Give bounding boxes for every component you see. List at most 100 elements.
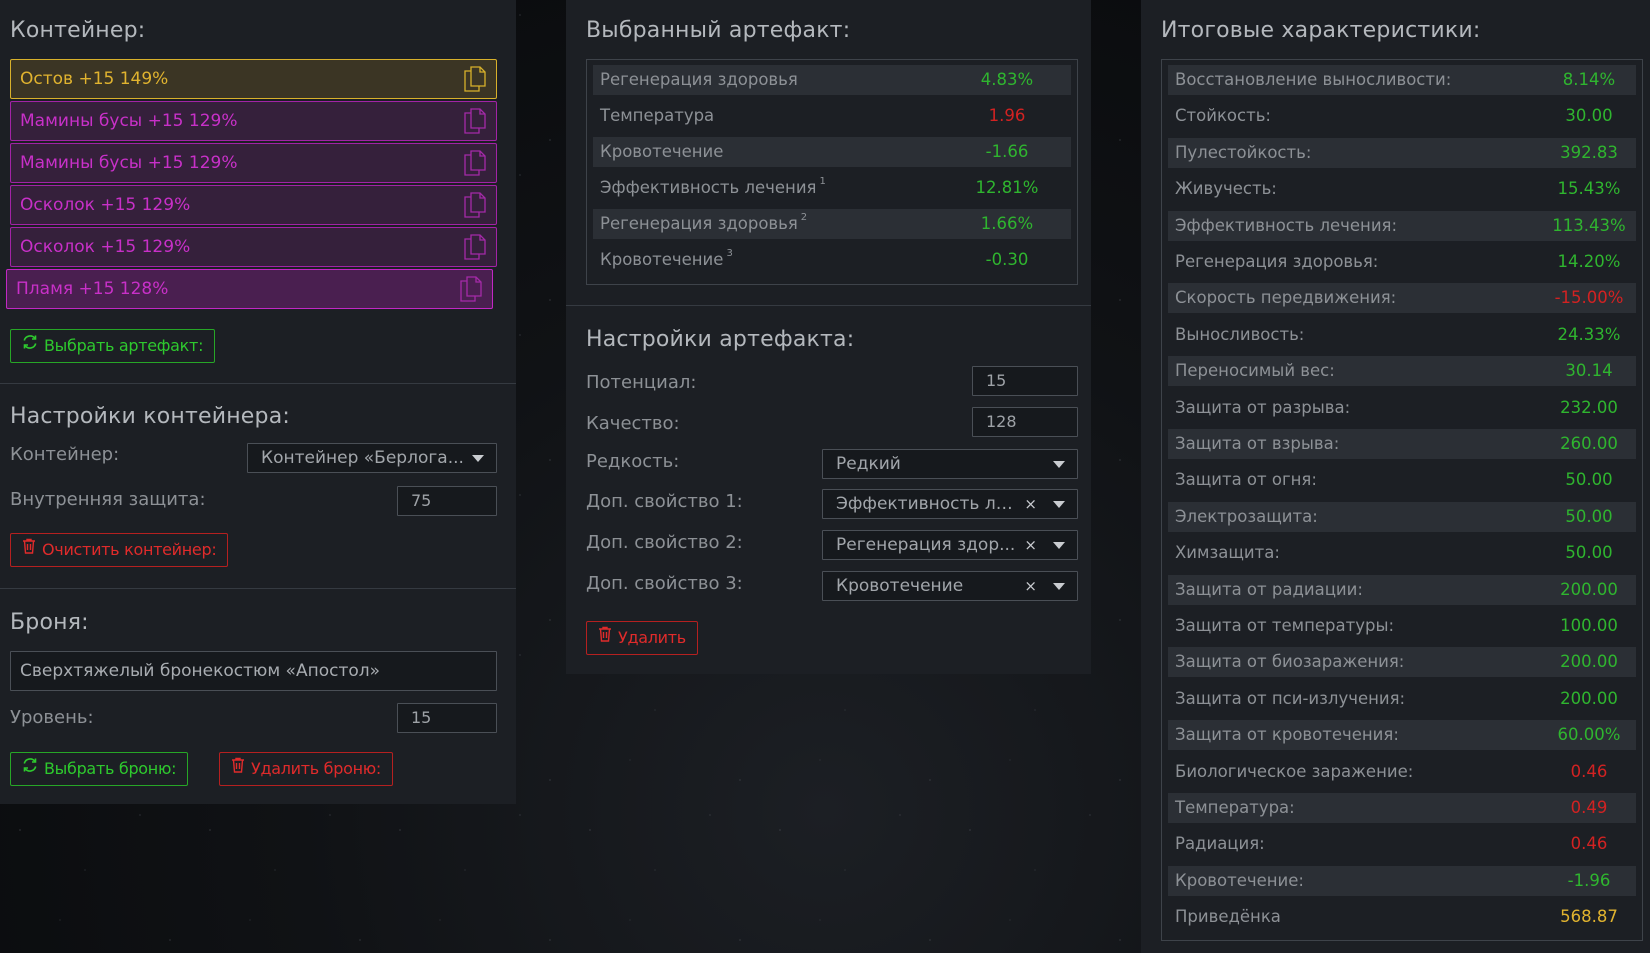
stat-label-text: Защита от биозаражения: [1175, 652, 1405, 672]
stat-row: Эффективность лечения 1 12.81% [593, 173, 1071, 203]
container-type-select[interactable]: Контейнер «Берлога... [247, 443, 497, 473]
stat-label: Температура [600, 101, 714, 131]
stat-value: 4.83% [980, 70, 1034, 89]
copy-icon[interactable] [464, 150, 486, 176]
extra-property-2-value: Регенерация здор... [836, 535, 1016, 555]
stat-label-text: Защита от разрыва: [1175, 397, 1351, 417]
copy-icon[interactable] [460, 276, 482, 302]
artifact-list-item[interactable]: Осколок +15 129% [10, 227, 497, 267]
stat-label-text: Защита от температуры: [1175, 616, 1395, 635]
stat-row: Защита от биозаражения: 200.00 [1168, 647, 1636, 678]
extra-property-2-select[interactable]: Регенерация здор... × [822, 530, 1078, 560]
stat-label-text: Кровотечение [600, 142, 724, 161]
clear-icon[interactable]: × [1024, 490, 1037, 518]
stat-label: Защита от кровотечения: [1175, 720, 1399, 750]
totals-stats: Восстановление выносливости: 8.14% Стойкос… [1161, 59, 1643, 941]
copy-icon[interactable] [464, 66, 486, 92]
artifact-list-item[interactable]: Пламя +15 128% [6, 269, 493, 309]
divider [566, 305, 1091, 306]
refresh-icon [22, 752, 38, 784]
stat-row: Защита от температуры: 100.00 [1168, 611, 1636, 641]
inner-protection-input[interactable]: 75 [397, 486, 497, 516]
stat-label: Защита от температуры: [1175, 611, 1394, 641]
stat-value: 200.00 [1560, 652, 1618, 672]
potential-input[interactable]: 15 [972, 366, 1078, 396]
stat-row: Регенерация здоровья: 14.20% [1168, 247, 1636, 277]
stat-label-text: Регенерация здоровья [600, 214, 798, 233]
armor-level-input[interactable]: 15 [397, 703, 497, 733]
stat-label: Пулестойкость: [1175, 138, 1311, 168]
extra-property-1-label: Доп. свойство 1: [586, 491, 743, 512]
stat-row: Температура: 0.49 [1168, 793, 1636, 823]
stat-value: 568.87 [1560, 907, 1618, 927]
artifact-name: Пламя +15 128% [16, 279, 169, 299]
extra-property-2-label: Доп. свойство 2: [586, 532, 743, 553]
stat-label: Регенерация здоровья: [1175, 247, 1378, 277]
stat-footnote: 1 [819, 176, 826, 187]
select-armor-button[interactable]: Выбрать броню: [10, 752, 189, 786]
stat-label-text: Скорость передвижения: [1175, 288, 1397, 308]
stat-value: 100.00 [1560, 616, 1618, 635]
clear-icon[interactable]: × [1024, 531, 1037, 559]
copy-icon[interactable] [464, 192, 486, 218]
stat-label-text: Восстановление выносливости: [1175, 70, 1452, 89]
stat-value: 50.00 [1565, 470, 1613, 490]
stat-row: Живучесть: 15.43% [1168, 174, 1636, 204]
stat-label: Защита от разрыва: [1175, 393, 1350, 423]
stat-label-text: Приведёнка [1175, 907, 1281, 927]
copy-icon[interactable] [464, 108, 486, 134]
stat-label: Кровотечение 3 [600, 245, 733, 275]
stat-label: Выносливость: [1175, 320, 1304, 350]
stat-label: Живучесть: [1175, 174, 1277, 204]
stat-footnote: 2 [800, 212, 808, 223]
quality-input[interactable]: 128 [972, 407, 1078, 437]
stat-label: Приведёнка [1175, 902, 1281, 932]
clear-icon[interactable]: × [1024, 572, 1037, 600]
stat-value: 50.00 [1565, 506, 1613, 526]
extra-property-1-select[interactable]: Эффективность ле... × [822, 489, 1078, 519]
artifact-name: Мамины бусы +15 129% [20, 111, 238, 131]
stat-row: Защита от огня: 50.00 [1168, 465, 1636, 495]
stat-label: Биологическое заражение: [1175, 757, 1413, 787]
stat-label: Регенерация здоровья 2 [600, 209, 807, 239]
stat-label-text: Регенерация здоровья: [1175, 252, 1379, 271]
delete-armor-button[interactable]: Удалить броню: [219, 752, 394, 786]
stat-value: 1.66% [980, 214, 1034, 233]
stat-row: Температура 1.96 [593, 101, 1071, 131]
stat-label: Стойкость: [1175, 101, 1271, 131]
trash-icon [22, 533, 36, 565]
artifact-list-item[interactable]: Мамины бусы +15 129% [10, 143, 497, 183]
stat-label-text: Переносимый вес: [1175, 361, 1335, 381]
artifact-name: Осколок +15 129% [20, 237, 191, 257]
stat-row: Защита от разрыва: 232.00 [1168, 393, 1636, 423]
artifact-list-item[interactable]: Остов +15 149% [10, 59, 497, 99]
delete-artifact-button[interactable]: Удалить [586, 621, 698, 655]
container-heading: Контейнер: [10, 18, 146, 43]
delete-artifact-label: Удалить [618, 628, 686, 647]
stat-footnote: 3 [726, 248, 733, 259]
stat-label-text: Эффективность лечения [600, 178, 817, 197]
stat-value: 0.46 [1570, 834, 1608, 854]
divider [0, 588, 516, 589]
stat-row: Кровотечение 3 -0.30 [593, 245, 1071, 275]
stat-value: 113.43% [1552, 215, 1626, 235]
artifact-list-item[interactable]: Осколок +15 129% [10, 185, 497, 225]
stat-value: -0.30 [985, 250, 1029, 269]
clear-container-button[interactable]: Очистить контейнер: [10, 533, 229, 567]
artifact-panel: Выбранный артефакт: Регенерация здоровья… [566, 0, 1091, 674]
stat-row: Пулестойкость: 392.83 [1168, 137, 1636, 168]
chevron-down-icon [1053, 501, 1065, 508]
artifact-settings-heading: Настройки артефакта: [586, 327, 855, 352]
copy-icon[interactable] [464, 234, 486, 260]
armor-name-field[interactable]: Сверхтяжелый бронекостюм «Апостол» [10, 651, 497, 691]
container-type-label: Контейнер: [10, 444, 120, 465]
stat-value: 260.00 [1560, 434, 1618, 453]
extra-property-3-select[interactable]: Кровотечение × [822, 571, 1078, 601]
stat-label: Восстановление выносливости: [1175, 65, 1451, 95]
chevron-down-icon [1053, 542, 1065, 549]
artifact-list-item[interactable]: Мамины бусы +15 129% [10, 101, 497, 141]
chevron-down-icon [1053, 583, 1065, 590]
select-artifact-button[interactable]: Выбрать артефакт: [10, 329, 216, 363]
rarity-select[interactable]: Редкий [822, 449, 1078, 479]
stat-label: Регенерация здоровья [600, 65, 798, 95]
